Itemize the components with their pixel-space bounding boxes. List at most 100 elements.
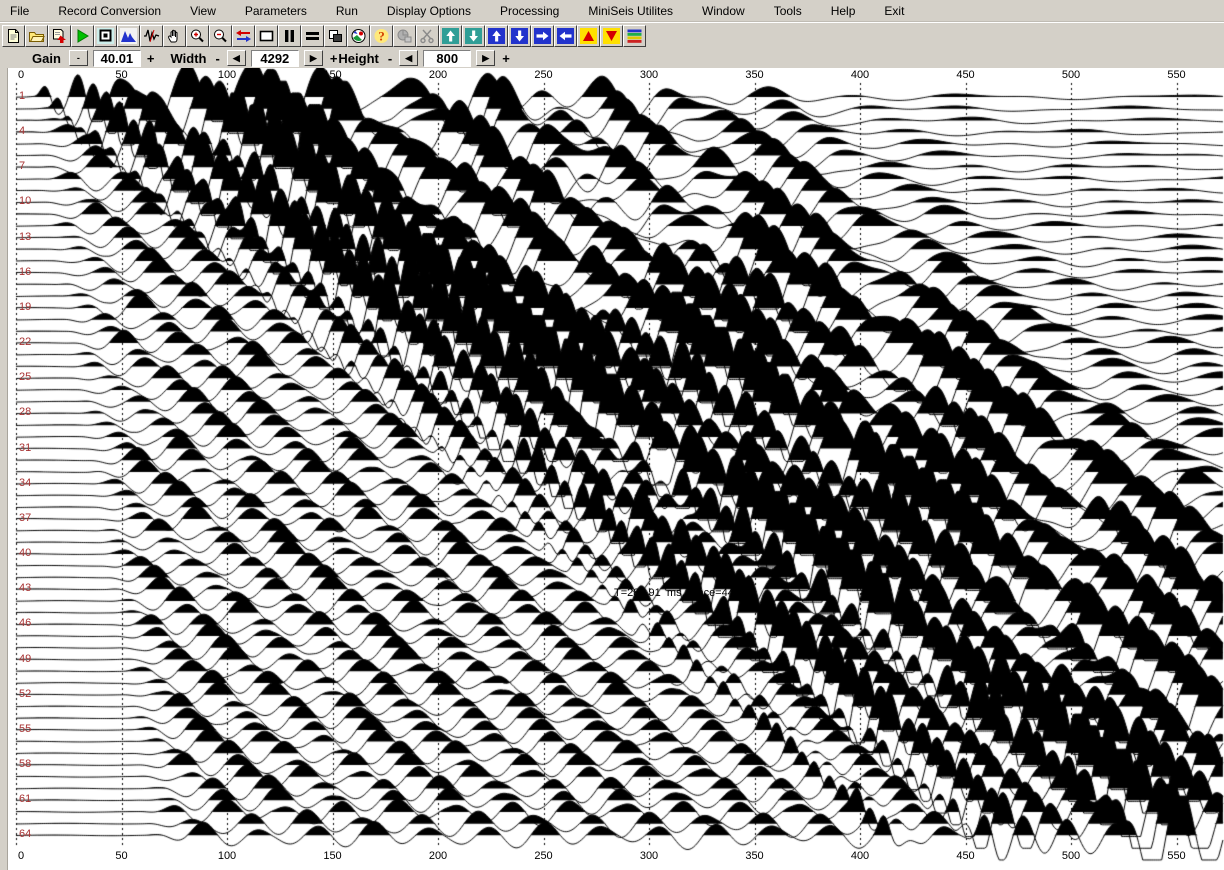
menu-item-miniseis-utilites[interactable]: MiniSeis Utilites — [580, 2, 681, 20]
amplitude-down-button[interactable] — [600, 25, 623, 47]
open-record-button[interactable] — [25, 25, 48, 47]
time-tick-bottom-450: 450 — [956, 850, 974, 862]
gain-decrease-button[interactable]: - — [69, 50, 88, 66]
menu-item-parameters[interactable]: Parameters — [237, 2, 315, 20]
width-value-field[interactable]: 4292 — [251, 50, 299, 67]
width-increase-button[interactable]: + — [330, 51, 338, 66]
menu-item-processing[interactable]: Processing — [492, 2, 567, 20]
menu-item-tools[interactable]: Tools — [766, 2, 810, 20]
move-left-icon — [557, 28, 574, 44]
stop-button[interactable] — [94, 25, 117, 47]
trace-label-1: 1 — [19, 90, 25, 102]
time-tick-top-450: 450 — [956, 69, 974, 81]
height-label: Height — [338, 51, 378, 66]
nudge-down-button[interactable] — [462, 25, 485, 47]
trace-label-4: 4 — [19, 125, 25, 137]
move-right-icon — [534, 28, 551, 44]
trace-label-34: 34 — [19, 477, 31, 489]
width-prev-button[interactable]: ◀ — [227, 50, 246, 66]
time-tick-bottom-350: 350 — [745, 850, 763, 862]
equal-scale-button[interactable] — [301, 25, 324, 47]
pan-hand-button[interactable] — [163, 25, 186, 47]
menu-item-display-options[interactable]: Display Options — [379, 2, 479, 20]
height-prev-button[interactable]: ◀ — [399, 50, 418, 66]
processing-disabled-button[interactable] — [393, 25, 416, 47]
amplitude-up-icon — [580, 28, 597, 44]
trace-label-7: 7 — [19, 160, 25, 172]
menu-item-window[interactable]: Window — [694, 2, 753, 20]
run-icon — [74, 28, 91, 44]
height-next-button[interactable]: ▶ — [476, 50, 495, 66]
width-decrease-button[interactable]: - — [215, 51, 219, 66]
wiggle-trace-button[interactable] — [140, 25, 163, 47]
new-record-button[interactable] — [2, 25, 25, 47]
color-scale-button[interactable] — [623, 25, 646, 47]
color-image-icon — [350, 28, 367, 44]
move-up-button[interactable] — [485, 25, 508, 47]
pan-hand-icon — [166, 28, 183, 44]
height-decrease-button[interactable]: - — [388, 51, 392, 66]
time-tick-top-500: 500 — [1062, 69, 1080, 81]
pause-display-button[interactable] — [278, 25, 301, 47]
trace-label-28: 28 — [19, 406, 31, 418]
move-left-button[interactable] — [554, 25, 577, 47]
trace-label-49: 49 — [19, 653, 31, 665]
zoom-out-button[interactable] — [209, 25, 232, 47]
box-display-button[interactable] — [255, 25, 278, 47]
equal-scale-icon — [304, 28, 321, 44]
trace-label-10: 10 — [19, 195, 31, 207]
width-next-button[interactable]: ▶ — [304, 50, 323, 66]
zoom-in-button[interactable] — [186, 25, 209, 47]
seismic-plot-area[interactable]: 050100150200250300350400450500550 050100… — [0, 68, 1224, 870]
menu-item-help[interactable]: Help — [823, 2, 864, 20]
spectrum-icon — [120, 28, 137, 44]
nudge-up-icon — [442, 28, 459, 44]
time-tick-bottom-400: 400 — [851, 850, 869, 862]
time-tick-bottom-500: 500 — [1062, 850, 1080, 862]
help-icon: ? — [373, 28, 390, 44]
pause-display-icon — [281, 28, 298, 44]
move-down-button[interactable] — [508, 25, 531, 47]
color-scale-icon — [626, 28, 643, 44]
move-right-button[interactable] — [531, 25, 554, 47]
height-increase-button[interactable]: + — [502, 51, 510, 66]
help-button[interactable]: ? — [370, 25, 393, 47]
overlay-windows-icon — [327, 28, 344, 44]
trace-label-31: 31 — [19, 442, 31, 454]
menu-item-record-conversion[interactable]: Record Conversion — [50, 2, 169, 20]
time-tick-top-400: 400 — [851, 69, 869, 81]
seismic-wiggle-canvas[interactable] — [0, 68, 1224, 870]
time-tick-bottom-50: 50 — [115, 850, 127, 862]
cut-disabled-button[interactable] — [416, 25, 439, 47]
gain-value-field[interactable]: 40.01 — [93, 50, 141, 67]
time-tick-bottom-300: 300 — [640, 850, 658, 862]
trace-label-46: 46 — [19, 617, 31, 629]
menu-item-exit[interactable]: Exit — [876, 2, 912, 20]
toolbar: ? — [0, 22, 1224, 48]
trace-label-43: 43 — [19, 582, 31, 594]
zoom-out-icon — [212, 28, 229, 44]
menu-item-file[interactable]: File — [2, 2, 37, 20]
gain-increase-button[interactable]: + — [147, 51, 155, 66]
menu-item-run[interactable]: Run — [328, 2, 366, 20]
stop-icon — [97, 28, 114, 44]
height-value-field[interactable]: 800 — [423, 50, 471, 67]
nudge-up-button[interactable] — [439, 25, 462, 47]
save-record-button[interactable] — [48, 25, 71, 47]
open-record-icon — [28, 28, 45, 44]
run-button[interactable] — [71, 25, 94, 47]
time-tick-top-550: 550 — [1167, 69, 1185, 81]
menu-item-view[interactable]: View — [182, 2, 224, 20]
trace-label-13: 13 — [19, 231, 31, 243]
box-display-icon — [258, 28, 275, 44]
overlay-windows-button[interactable] — [324, 25, 347, 47]
amplitude-up-button[interactable] — [577, 25, 600, 47]
spectrum-button[interactable] — [117, 25, 140, 47]
trace-label-58: 58 — [19, 758, 31, 770]
save-record-icon — [51, 28, 68, 44]
display-controls: Gain - 40.01 + Width - ◀ 4292 ▶ + Height… — [0, 48, 1224, 68]
trace-label-37: 37 — [19, 512, 31, 524]
color-image-button[interactable] — [347, 25, 370, 47]
swap-direction-button[interactable] — [232, 25, 255, 47]
move-up-icon — [488, 28, 505, 44]
